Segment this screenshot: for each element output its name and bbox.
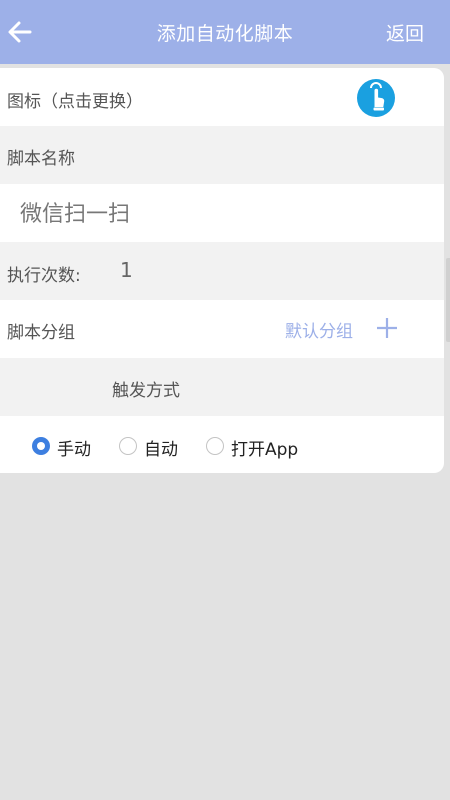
group-select[interactable]: 默认分组 <box>285 317 353 342</box>
trigger-options-row: 手动 自动 打开App <box>0 416 444 473</box>
count-row: 执行次数: 1 <box>0 242 444 300</box>
page-title: 添加自动化脚本 <box>156 23 294 45</box>
group-label: 脚本分组 <box>7 323 75 343</box>
icon-row[interactable]: 图标（点击更换） <box>0 68 444 126</box>
script-form-card: 图标（点击更换） 脚本名称 微信扫一扫 执行次数: 1 脚本分组 默认分组 触发… <box>0 68 444 473</box>
back-button[interactable]: 返回 <box>386 19 424 46</box>
trigger-option-label: 自动 <box>144 440 178 460</box>
radio-unselected-icon[interactable] <box>206 437 224 455</box>
radio-selected-icon[interactable] <box>32 437 50 455</box>
radio-unselected-icon[interactable] <box>119 437 137 455</box>
trigger-label-row: 触发方式 <box>0 358 444 416</box>
top-bar: 添加自动化脚本 返回 <box>0 0 450 64</box>
add-group-icon[interactable] <box>376 317 398 339</box>
trigger-option-label: 手动 <box>57 440 91 460</box>
script-name-input[interactable]: 微信扫一扫 <box>20 196 130 228</box>
count-label: 执行次数: <box>7 266 81 286</box>
count-input[interactable]: 1 <box>120 258 133 282</box>
group-row: 脚本分组 默认分组 <box>0 300 444 358</box>
name-label-row: 脚本名称 <box>0 126 444 184</box>
name-label: 脚本名称 <box>7 149 75 169</box>
name-input-row: 微信扫一扫 <box>0 184 444 242</box>
trigger-label: 触发方式 <box>112 381 180 401</box>
touch-icon[interactable] <box>357 79 395 117</box>
icon-label: 图标（点击更换） <box>7 92 143 112</box>
edge-handle <box>446 258 450 342</box>
trigger-option-label: 打开App <box>231 440 299 460</box>
